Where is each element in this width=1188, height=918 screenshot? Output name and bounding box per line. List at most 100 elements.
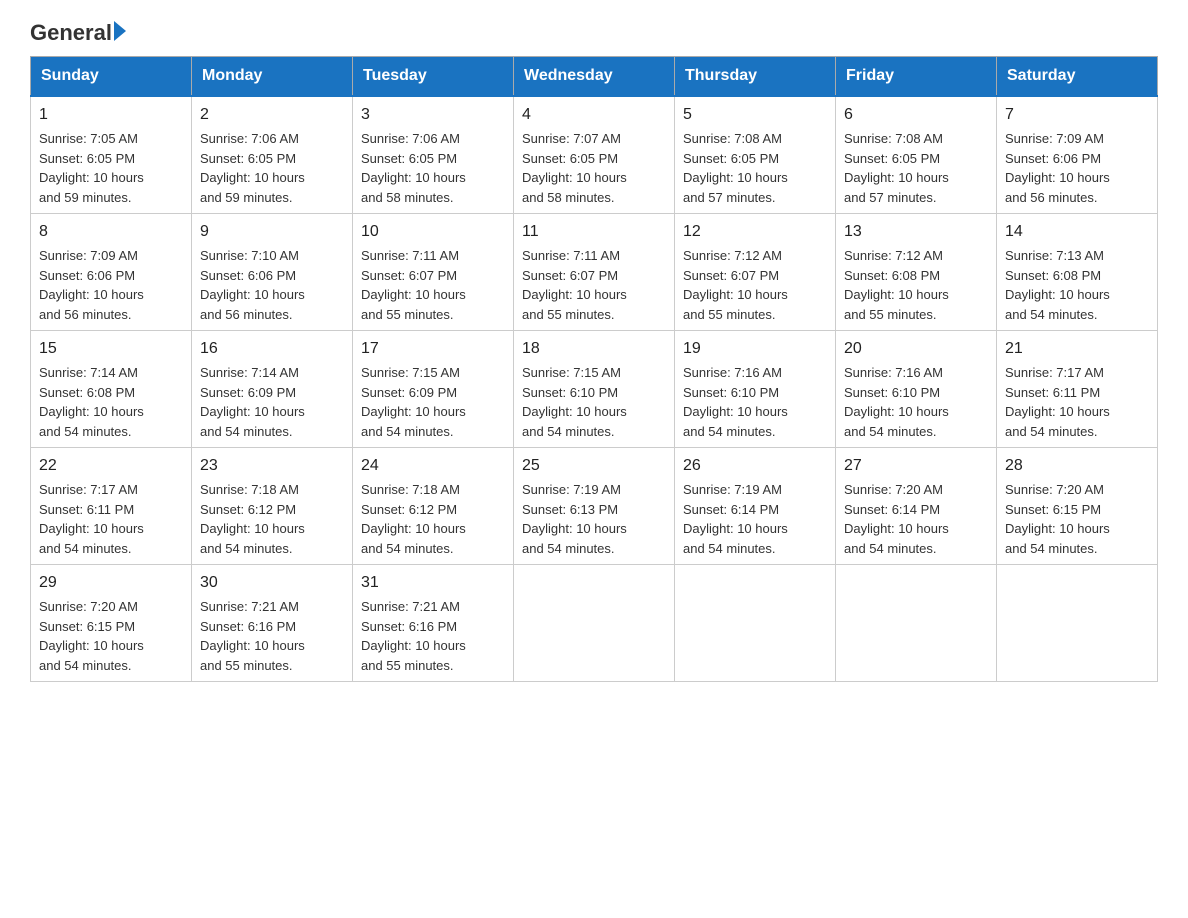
daylight-label: Daylight: 10 hours — [522, 287, 627, 302]
daylight-label: Daylight: 10 hours — [39, 521, 144, 536]
daylight-minutes: and 54 minutes. — [39, 658, 132, 673]
calendar-cell: 24 Sunrise: 7:18 AM Sunset: 6:12 PM Dayl… — [353, 448, 514, 565]
sunrise-label: Sunrise: 7:11 AM — [361, 248, 459, 263]
header-friday: Friday — [836, 57, 997, 97]
sunset-label: Sunset: 6:14 PM — [844, 502, 940, 517]
sunset-label: Sunset: 6:06 PM — [39, 268, 135, 283]
logo: General — [30, 20, 126, 46]
calendar-week-2: 8 Sunrise: 7:09 AM Sunset: 6:06 PM Dayli… — [31, 214, 1158, 331]
calendar-cell: 29 Sunrise: 7:20 AM Sunset: 6:15 PM Dayl… — [31, 565, 192, 682]
calendar-cell: 16 Sunrise: 7:14 AM Sunset: 6:09 PM Dayl… — [192, 331, 353, 448]
calendar-cell: 20 Sunrise: 7:16 AM Sunset: 6:10 PM Dayl… — [836, 331, 997, 448]
daylight-minutes: and 58 minutes. — [361, 190, 454, 205]
header-sunday: Sunday — [31, 57, 192, 97]
calendar-cell: 28 Sunrise: 7:20 AM Sunset: 6:15 PM Dayl… — [997, 448, 1158, 565]
daylight-label: Daylight: 10 hours — [522, 170, 627, 185]
daylight-minutes: and 54 minutes. — [39, 541, 132, 556]
logo-arrow-icon — [114, 21, 126, 41]
day-number: 13 — [844, 220, 988, 244]
daylight-label: Daylight: 10 hours — [522, 404, 627, 419]
calendar-cell: 5 Sunrise: 7:08 AM Sunset: 6:05 PM Dayli… — [675, 96, 836, 214]
sunset-label: Sunset: 6:12 PM — [200, 502, 296, 517]
sunrise-label: Sunrise: 7:06 AM — [200, 131, 299, 146]
calendar-cell: 8 Sunrise: 7:09 AM Sunset: 6:06 PM Dayli… — [31, 214, 192, 331]
daylight-minutes: and 55 minutes. — [683, 307, 776, 322]
daylight-minutes: and 54 minutes. — [844, 541, 937, 556]
daylight-label: Daylight: 10 hours — [39, 170, 144, 185]
daylight-minutes: and 59 minutes. — [200, 190, 293, 205]
sunrise-label: Sunrise: 7:16 AM — [844, 365, 943, 380]
day-number: 6 — [844, 103, 988, 127]
daylight-label: Daylight: 10 hours — [200, 404, 305, 419]
sunrise-label: Sunrise: 7:20 AM — [844, 482, 943, 497]
day-number: 17 — [361, 337, 505, 361]
calendar-cell: 2 Sunrise: 7:06 AM Sunset: 6:05 PM Dayli… — [192, 96, 353, 214]
day-number: 15 — [39, 337, 183, 361]
calendar-cell: 30 Sunrise: 7:21 AM Sunset: 6:16 PM Dayl… — [192, 565, 353, 682]
day-number: 18 — [522, 337, 666, 361]
calendar-cell: 3 Sunrise: 7:06 AM Sunset: 6:05 PM Dayli… — [353, 96, 514, 214]
calendar-week-4: 22 Sunrise: 7:17 AM Sunset: 6:11 PM Dayl… — [31, 448, 1158, 565]
calendar-table: Sunday Monday Tuesday Wednesday Thursday… — [30, 56, 1158, 682]
daylight-minutes: and 55 minutes. — [361, 658, 454, 673]
daylight-minutes: and 54 minutes. — [1005, 307, 1098, 322]
sunrise-label: Sunrise: 7:09 AM — [1005, 131, 1104, 146]
day-number: 7 — [1005, 103, 1149, 127]
daylight-minutes: and 55 minutes. — [844, 307, 937, 322]
daylight-minutes: and 54 minutes. — [522, 541, 615, 556]
sunset-label: Sunset: 6:05 PM — [39, 151, 135, 166]
sunrise-label: Sunrise: 7:13 AM — [1005, 248, 1104, 263]
sunrise-label: Sunrise: 7:12 AM — [844, 248, 943, 263]
sunrise-label: Sunrise: 7:21 AM — [200, 599, 299, 614]
calendar-cell: 11 Sunrise: 7:11 AM Sunset: 6:07 PM Dayl… — [514, 214, 675, 331]
sunrise-label: Sunrise: 7:15 AM — [361, 365, 460, 380]
header-saturday: Saturday — [997, 57, 1158, 97]
calendar-cell — [514, 565, 675, 682]
daylight-label: Daylight: 10 hours — [200, 638, 305, 653]
sunset-label: Sunset: 6:07 PM — [361, 268, 457, 283]
calendar-header: Sunday Monday Tuesday Wednesday Thursday… — [31, 57, 1158, 97]
sunset-label: Sunset: 6:05 PM — [522, 151, 618, 166]
daylight-minutes: and 58 minutes. — [522, 190, 615, 205]
calendar-cell: 12 Sunrise: 7:12 AM Sunset: 6:07 PM Dayl… — [675, 214, 836, 331]
sunrise-label: Sunrise: 7:20 AM — [39, 599, 138, 614]
daylight-minutes: and 59 minutes. — [39, 190, 132, 205]
daylight-minutes: and 55 minutes. — [522, 307, 615, 322]
sunrise-label: Sunrise: 7:17 AM — [1005, 365, 1104, 380]
daylight-minutes: and 54 minutes. — [844, 424, 937, 439]
calendar-cell: 26 Sunrise: 7:19 AM Sunset: 6:14 PM Dayl… — [675, 448, 836, 565]
sunset-label: Sunset: 6:16 PM — [200, 619, 296, 634]
daylight-minutes: and 54 minutes. — [361, 424, 454, 439]
sunset-label: Sunset: 6:10 PM — [683, 385, 779, 400]
sunset-label: Sunset: 6:08 PM — [844, 268, 940, 283]
sunrise-label: Sunrise: 7:09 AM — [39, 248, 138, 263]
sunrise-label: Sunrise: 7:08 AM — [844, 131, 943, 146]
day-number: 22 — [39, 454, 183, 478]
header-thursday: Thursday — [675, 57, 836, 97]
daylight-minutes: and 54 minutes. — [200, 541, 293, 556]
sunrise-label: Sunrise: 7:10 AM — [200, 248, 299, 263]
daylight-label: Daylight: 10 hours — [844, 170, 949, 185]
sunset-label: Sunset: 6:05 PM — [844, 151, 940, 166]
sunset-label: Sunset: 6:15 PM — [39, 619, 135, 634]
weekday-header-row: Sunday Monday Tuesday Wednesday Thursday… — [31, 57, 1158, 97]
sunset-label: Sunset: 6:16 PM — [361, 619, 457, 634]
day-number: 9 — [200, 220, 344, 244]
daylight-minutes: and 56 minutes. — [200, 307, 293, 322]
day-number: 19 — [683, 337, 827, 361]
day-number: 12 — [683, 220, 827, 244]
sunrise-label: Sunrise: 7:21 AM — [361, 599, 460, 614]
calendar-body: 1 Sunrise: 7:05 AM Sunset: 6:05 PM Dayli… — [31, 96, 1158, 682]
sunset-label: Sunset: 6:10 PM — [844, 385, 940, 400]
calendar-cell: 25 Sunrise: 7:19 AM Sunset: 6:13 PM Dayl… — [514, 448, 675, 565]
day-number: 4 — [522, 103, 666, 127]
day-number: 29 — [39, 571, 183, 595]
calendar-cell: 21 Sunrise: 7:17 AM Sunset: 6:11 PM Dayl… — [997, 331, 1158, 448]
calendar-week-5: 29 Sunrise: 7:20 AM Sunset: 6:15 PM Dayl… — [31, 565, 1158, 682]
calendar-cell: 9 Sunrise: 7:10 AM Sunset: 6:06 PM Dayli… — [192, 214, 353, 331]
daylight-label: Daylight: 10 hours — [361, 287, 466, 302]
calendar-cell: 10 Sunrise: 7:11 AM Sunset: 6:07 PM Dayl… — [353, 214, 514, 331]
daylight-label: Daylight: 10 hours — [844, 287, 949, 302]
calendar-cell: 15 Sunrise: 7:14 AM Sunset: 6:08 PM Dayl… — [31, 331, 192, 448]
daylight-minutes: and 56 minutes. — [1005, 190, 1098, 205]
